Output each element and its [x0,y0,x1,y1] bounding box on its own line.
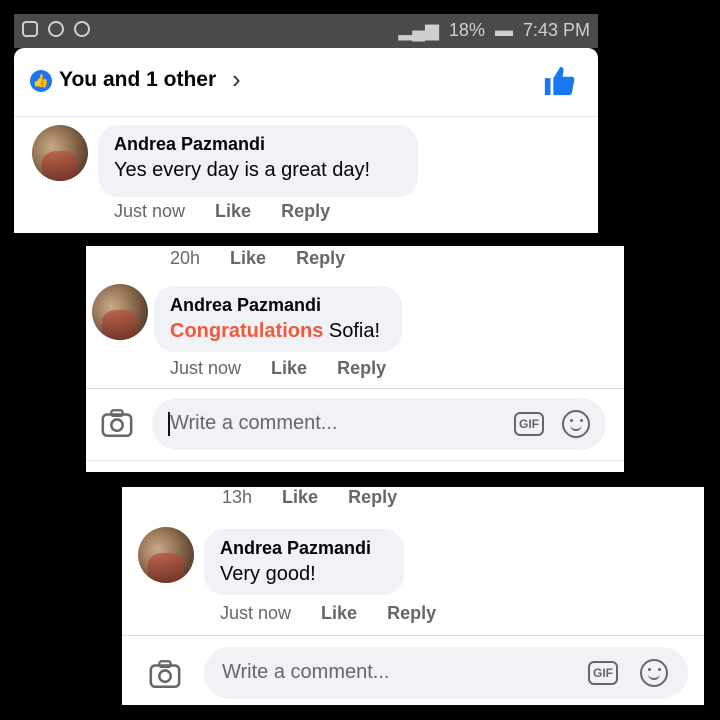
comment-text-rest: Sofia! [323,320,381,342]
emoji-icon[interactable] [640,659,668,687]
reactions-summary[interactable]: You and 1 other [59,68,216,92]
comment-panel-1: Andrea Pazmandi Yes every day is a great… [14,117,598,233]
highlighted-word: Congratulations [170,320,324,342]
comment-bubble[interactable]: Andrea Pazmandi Yes every day is a great… [98,125,418,197]
divider [86,460,624,461]
avatar[interactable] [32,125,88,181]
comment-time: 13h [222,487,253,507]
comment-actions: Just now Like Reply [170,358,386,379]
instagram-icon [22,21,38,37]
comment-bubble[interactable]: Andrea Pazmandi Congratulations Sofia! [154,286,402,352]
comment-author[interactable]: Andrea Pazmandi [170,295,386,316]
comment-actions: Just now Like Reply [220,603,436,624]
like-badge-icon: 👍 [30,70,52,92]
battery-icon: ▬ [494,20,513,40]
clock: 7:43 PM [522,20,590,40]
comment-bubble[interactable]: Andrea Pazmandi Very good! [204,529,404,595]
facebook-icon [48,21,64,37]
reply-link[interactable]: Reply [387,603,436,624]
divider [122,635,704,636]
camera-icon[interactable] [148,657,182,691]
like-link[interactable]: Like [282,487,318,508]
comment-text: Yes every day is a great day! [114,159,371,181]
comment-author[interactable]: Andrea Pazmandi [114,134,402,155]
reactions-header: 👍 You and 1 other › [14,48,598,117]
previous-comment-actions: 13h Like Reply [222,487,397,508]
emoji-icon[interactable] [562,410,590,438]
bell-icon [74,21,90,37]
previous-comment-actions: 20h Like Reply [170,248,345,269]
comment-time: Just now [114,201,186,221]
battery-percent: 18% [448,20,485,40]
chevron-right-icon[interactable]: › [232,64,241,95]
comment-placeholder: Write a comment... [222,661,390,683]
signal-icon: ▂▄▆ [398,20,439,40]
reply-link[interactable]: Reply [348,487,397,508]
comment-time: Just now [170,358,242,378]
gif-icon[interactable]: GIF [514,412,544,436]
like-button-icon[interactable] [542,64,576,98]
comment-panel-2: 20h Like Reply Andrea Pazmandi Congratul… [86,246,624,472]
comment-author[interactable]: Andrea Pazmandi [220,538,388,559]
comment-text: Congratulations Sofia! [170,320,386,343]
comment-actions: Just now Like Reply [114,201,330,222]
camera-icon[interactable] [100,406,134,440]
comment-input[interactable]: Write a comment... GIF [152,398,606,450]
reply-link[interactable]: Reply [337,358,386,379]
status-icons [22,21,90,37]
reply-link[interactable]: Reply [281,201,330,222]
reply-link[interactable]: Reply [296,248,345,269]
comment-time: Just now [220,603,292,623]
avatar[interactable] [138,527,194,583]
divider [86,388,624,389]
status-bar: ▂▄▆ 18% ▬ 7:43 PM [14,14,598,48]
comment-text: Very good! [220,563,316,585]
comment-input[interactable]: Write a comment... GIF [204,647,688,699]
like-link[interactable]: Like [271,358,307,379]
like-link[interactable]: Like [230,248,266,269]
avatar[interactable] [92,284,148,340]
like-link[interactable]: Like [215,201,251,222]
comment-placeholder: Write a comment... [170,412,338,434]
like-link[interactable]: Like [321,603,357,624]
comment-time: 20h [170,248,201,268]
comment-panel-3: 13h Like Reply Andrea Pazmandi Very good… [122,487,704,705]
gif-icon[interactable]: GIF [588,661,618,685]
